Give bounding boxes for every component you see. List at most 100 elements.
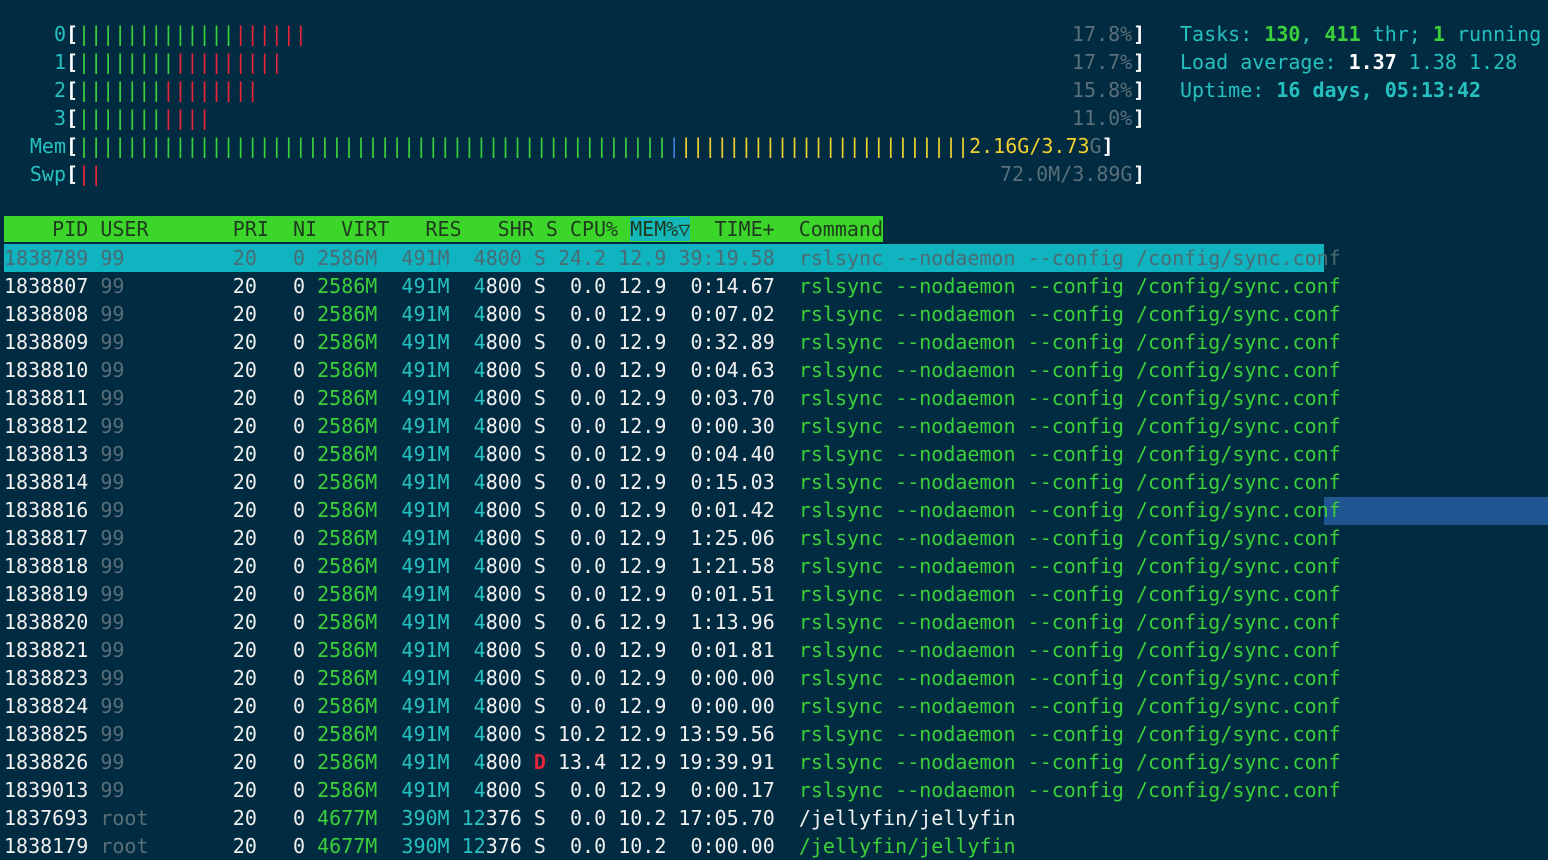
process-virt: 2586M xyxy=(317,498,378,522)
process-row[interactable]: 1837693 root 20 0 4677M 390M 12376 S 0.0… xyxy=(4,804,1016,832)
process-row[interactable]: 1838808 99 20 0 2586M 491M 4800 S 0.0 12… xyxy=(4,300,1341,328)
process-row[interactable]: 1838823 99 20 0 2586M 491M 4800 S 0.0 12… xyxy=(4,664,1341,692)
process-user: 99 xyxy=(100,498,209,522)
process-shr-units: 800 xyxy=(485,330,522,354)
process-time: 0:00.00 xyxy=(666,834,775,858)
header-columns-tail[interactable]: TIME+ Command xyxy=(690,217,883,241)
process-ni: 0 xyxy=(256,358,306,382)
process-row[interactable]: 1838809 99 20 0 2586M 491M 4800 S 0.0 12… xyxy=(4,328,1341,356)
cpu-meter-bar: [||||||||||||||||| xyxy=(66,48,283,76)
process-time: 13:59.56 xyxy=(666,722,775,746)
process-shr-thousands: 4 xyxy=(461,722,486,746)
process-pid: 1838812 xyxy=(4,414,89,438)
process-row[interactable]: 1838826 99 20 0 2586M 491M 4800 D 13.4 1… xyxy=(4,748,1341,776)
cpu-usage-normal: ||||||||||||| xyxy=(78,22,235,46)
process-pri: 20 xyxy=(208,470,257,494)
process-row[interactable]: 1838820 99 20 0 2586M 491M 4800 S 0.6 12… xyxy=(4,608,1341,636)
cpu-meter-value: 17.7% xyxy=(1072,50,1133,74)
process-pri: 20 xyxy=(208,582,257,606)
process-row[interactable]: 1838812 99 20 0 2586M 491M 4800 S 0.0 12… xyxy=(4,412,1341,440)
process-ni: 0 xyxy=(256,526,306,550)
process-row[interactable]: 1838824 99 20 0 2586M 491M 4800 S 0.0 12… xyxy=(4,692,1341,720)
process-row[interactable]: 1838810 99 20 0 2586M 491M 4800 S 0.0 12… xyxy=(4,356,1341,384)
process-s: S xyxy=(533,666,546,690)
process-virt: 2586M xyxy=(317,694,378,718)
mem-sep: / xyxy=(1029,134,1042,158)
threads-label: thr; xyxy=(1360,22,1433,46)
process-row[interactable]: 1838807 99 20 0 2586M 491M 4800 S 0.0 12… xyxy=(4,272,1341,300)
process-user: 99 xyxy=(100,442,209,466)
process-row[interactable]: 1838821 99 20 0 2586M 491M 4800 S 0.0 12… xyxy=(4,636,1341,664)
process-mem: 12.9 xyxy=(606,414,667,438)
load-average: Load average: 1.37 1.38 1.28 xyxy=(1180,48,1517,76)
process-shr-units: 800 xyxy=(485,666,522,690)
process-virt: 2586M xyxy=(317,610,378,634)
process-row[interactable]: 1838817 99 20 0 2586M 491M 4800 S 0.0 12… xyxy=(4,524,1341,552)
process-time: 0:00.17 xyxy=(666,778,775,802)
process-shr-thousands: 4 xyxy=(461,526,486,550)
process-cpu: 0.0 xyxy=(545,554,607,578)
bracket-open-icon: [ xyxy=(66,106,79,130)
process-pri: 20 xyxy=(208,610,257,634)
process-shr-units: 800 xyxy=(485,582,522,606)
process-row[interactable]: 1838816 99 20 0 2586M 491M 4800 S 0.0 12… xyxy=(4,496,1341,524)
process-shr-thousands: 4 xyxy=(461,470,486,494)
header-mem-sorted[interactable]: MEM%▽ xyxy=(630,217,691,241)
cpu-meter-label: 0 xyxy=(53,22,66,46)
process-shr-units: 800 xyxy=(485,470,522,494)
process-row[interactable]: 1838819 99 20 0 2586M 491M 4800 S 0.0 12… xyxy=(4,580,1341,608)
process-row[interactable]: 1838814 99 20 0 2586M 491M 4800 S 0.0 12… xyxy=(4,468,1341,496)
process-row[interactable]: 1838811 99 20 0 2586M 491M 4800 S 0.0 12… xyxy=(4,384,1341,412)
uptime: Uptime: 16 days, 05:13:42 xyxy=(1180,76,1481,104)
process-cpu: 0.6 xyxy=(545,610,607,634)
process-cmd: rslsync --nodaemon --config /config/sync… xyxy=(798,638,1341,662)
process-mem: 12.9 xyxy=(606,666,667,690)
process-row[interactable]: 1838825 99 20 0 2586M 491M 4800 S 10.2 1… xyxy=(4,720,1341,748)
process-cmd: rslsync --nodaemon --config /config/sync… xyxy=(798,582,1341,606)
process-time: 1:21.58 xyxy=(666,554,775,578)
process-row[interactable]: 1838813 99 20 0 2586M 491M 4800 S 0.0 12… xyxy=(4,440,1341,468)
process-virt: 2586M xyxy=(317,246,378,270)
process-s: S xyxy=(533,610,546,634)
process-mem: 12.9 xyxy=(606,386,667,410)
header-columns[interactable]: PID USER PRI NI VIRT RES SHR S CPU% xyxy=(4,217,630,241)
process-cmd: rslsync --nodaemon --config /config/sync… xyxy=(798,554,1341,578)
process-ni: 0 xyxy=(256,750,306,774)
process-row[interactable]: 1838179 root 20 0 4677M 390M 12376 S 0.0… xyxy=(4,832,1016,860)
process-cpu: 0.0 xyxy=(545,666,607,690)
process-time: 19:39.91 xyxy=(666,750,775,774)
process-row[interactable]: 1839013 99 20 0 2586M 491M 4800 S 0.0 12… xyxy=(4,776,1341,804)
process-pri: 20 xyxy=(208,722,257,746)
process-pri: 20 xyxy=(208,778,257,802)
process-row[interactable]: 1838789 99 20 0 2586M 491M 4800 S 24.2 1… xyxy=(4,244,1341,272)
process-table-header[interactable]: PID USER PRI NI VIRT RES SHR S CPU% MEM%… xyxy=(4,216,884,242)
process-ni: 0 xyxy=(256,666,306,690)
process-mem: 12.9 xyxy=(606,442,667,466)
process-cmd: /jellyfin/jellyfin xyxy=(798,806,1016,830)
process-s: S xyxy=(533,778,546,802)
process-cmd: rslsync --nodaemon --config /config/sync… xyxy=(798,386,1341,410)
process-pid: 1838816 xyxy=(4,498,89,522)
process-row[interactable]: 1838818 99 20 0 2586M 491M 4800 S 0.0 12… xyxy=(4,552,1341,580)
process-shr-thousands: 4 xyxy=(461,750,486,774)
process-shr-thousands: 4 xyxy=(461,498,486,522)
process-shr-units: 800 xyxy=(485,610,522,634)
